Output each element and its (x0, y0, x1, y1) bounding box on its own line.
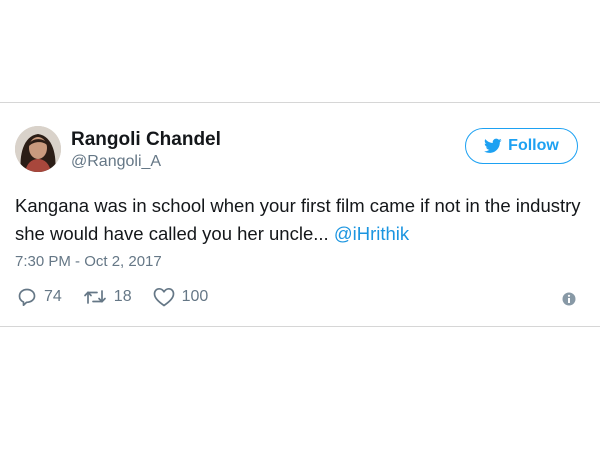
tweet-body: Kangana was in school when your first fi… (15, 195, 581, 244)
top-divider (0, 102, 600, 103)
mention-link[interactable]: @iHrithik (334, 223, 409, 244)
twitter-bird-icon (484, 138, 502, 153)
like-count: 100 (181, 288, 209, 305)
tweet-timestamp[interactable]: 7:30 PM - Oct 2, 2017 (15, 253, 162, 270)
retweet-count: 18 (113, 288, 132, 305)
like-button[interactable]: 100 (153, 287, 209, 307)
reply-count: 74 (44, 288, 62, 305)
reply-icon (18, 288, 36, 307)
retweet-icon (83, 290, 106, 304)
retweet-button[interactable]: 18 (83, 287, 132, 307)
avatar[interactable] (15, 126, 61, 172)
bottom-divider (0, 326, 600, 327)
tweet-actions: 74 18 100 (17, 286, 229, 308)
display-name[interactable]: Rangoli Chandel (71, 129, 221, 151)
info-icon[interactable] (562, 292, 576, 306)
follow-button-label: Follow (508, 137, 559, 154)
heart-icon (153, 287, 174, 307)
tweet-text: Kangana was in school when your first fi… (15, 192, 585, 248)
follow-button[interactable]: Follow (465, 128, 578, 164)
reply-button[interactable]: 74 (17, 287, 62, 307)
profile-photo-icon (15, 126, 61, 172)
user-handle[interactable]: @Rangoli_A (71, 153, 161, 171)
